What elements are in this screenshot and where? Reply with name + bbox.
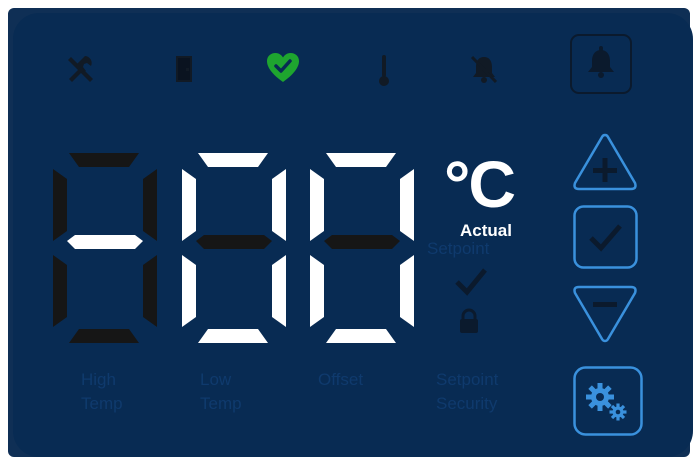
offset-label: Offset bbox=[318, 370, 364, 389]
down-button[interactable] bbox=[571, 283, 639, 345]
digit1-seg-g bbox=[67, 235, 143, 249]
thermometer-icon bbox=[379, 55, 389, 86]
digit-1 bbox=[53, 153, 157, 343]
digit3-seg-d bbox=[326, 329, 396, 343]
door-icon bbox=[176, 56, 192, 82]
digit2-seg-b bbox=[272, 169, 286, 241]
digit3-seg-c bbox=[400, 255, 414, 327]
digit1-seg-e bbox=[53, 255, 67, 327]
digit1-seg-f bbox=[53, 169, 67, 241]
check-indicator-icon bbox=[455, 268, 487, 296]
digit2-seg-e bbox=[182, 255, 196, 327]
low-temp-label: Low Temp bbox=[200, 370, 242, 413]
digit3-seg-e bbox=[310, 255, 324, 327]
tools-icon bbox=[68, 56, 93, 82]
settings-button[interactable] bbox=[573, 366, 643, 436]
high-temp-label: High Temp bbox=[81, 370, 123, 413]
digit1-seg-c bbox=[143, 255, 157, 327]
setpoint-label: Setpoint bbox=[427, 239, 490, 258]
minus-icon bbox=[593, 302, 617, 307]
digit1-seg-b bbox=[143, 169, 157, 241]
alarm-button[interactable] bbox=[570, 34, 632, 94]
digit3-seg-b bbox=[400, 169, 414, 241]
seven-segment-display bbox=[53, 153, 414, 343]
confirm-button[interactable] bbox=[573, 205, 638, 269]
unit-label: °C bbox=[444, 147, 516, 221]
heart-check-icon bbox=[267, 53, 299, 82]
controller-panel: °C Actual Setpoint High Temp Low Temp Of… bbox=[13, 13, 693, 457]
digit3-seg-g bbox=[324, 235, 400, 249]
digit2-seg-a bbox=[198, 153, 268, 167]
digit3-seg-a bbox=[326, 153, 396, 167]
setpoint-security-label: Setpoint Security bbox=[436, 370, 499, 413]
digit1-seg-a bbox=[69, 153, 139, 167]
bell-mute-icon bbox=[470, 55, 498, 84]
lock-icon bbox=[460, 308, 478, 333]
digit1-seg-d bbox=[69, 329, 139, 343]
digit2-seg-g bbox=[196, 235, 272, 249]
digit-3 bbox=[310, 153, 414, 343]
digit-2 bbox=[182, 153, 286, 343]
digit3-seg-f bbox=[310, 169, 324, 241]
digit2-seg-f bbox=[182, 169, 196, 241]
digit2-seg-d bbox=[198, 329, 268, 343]
up-button[interactable] bbox=[571, 131, 639, 193]
digit2-seg-c bbox=[272, 255, 286, 327]
